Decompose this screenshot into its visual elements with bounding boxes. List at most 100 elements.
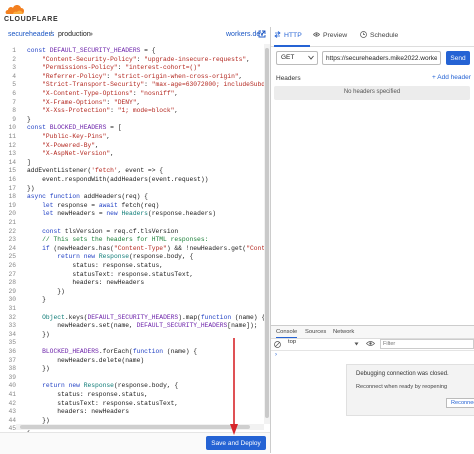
code-line[interactable]: "Permissions-Policy": "interest-cohort=(…	[27, 64, 201, 73]
add-header-button[interactable]: + Add header	[432, 74, 471, 81]
code-line[interactable]: "X-Content-Type-Options": "nosniff",	[27, 90, 178, 99]
line-number: 10	[8, 124, 16, 132]
code-line[interactable]: })	[27, 288, 65, 297]
line-number: 38	[8, 365, 16, 373]
tab-preview[interactable]: Preview	[313, 27, 353, 45]
code-line[interactable]: headers: newHeaders	[27, 408, 129, 417]
code-line[interactable]: "Content-Security-Policy": "upgrade-inse…	[27, 56, 250, 65]
console-filter-input[interactable]	[380, 339, 474, 349]
line-number: 29	[8, 287, 16, 295]
tab-sources[interactable]: Sources	[305, 327, 326, 337]
send-button[interactable]: Send	[446, 51, 470, 65]
code-line[interactable]: return new Response(response.body, {	[27, 382, 178, 391]
disconnected-message: Reconnect when ready by reopening	[356, 384, 448, 390]
line-number: 32	[8, 313, 16, 321]
code-line[interactable]: newHeaders.set(name, DEFAULT_SECURITY_HE…	[27, 322, 257, 331]
line-number: 36	[8, 348, 16, 355]
code-line[interactable]: }	[27, 296, 46, 305]
code-line[interactable]: "Public-Key-Pins",	[27, 133, 110, 142]
code-line[interactable]: "X-Xss-Protection": "1; mode=block",	[27, 107, 178, 116]
line-number: 42	[8, 399, 16, 407]
code-line[interactable]: let newHeaders = new Headers(response.he…	[27, 210, 216, 219]
cloudflare-logo[interactable]	[4, 2, 26, 16]
tab-preview-label: Preview	[323, 32, 348, 39]
editor-hscroll-thumb[interactable]	[20, 425, 250, 429]
line-number: 22	[8, 227, 16, 235]
brand-name: CLOUDFLARE	[4, 16, 59, 23]
line-number: 39	[8, 373, 16, 381]
line-number: 45	[8, 425, 16, 432]
line-number: 20	[8, 210, 16, 218]
code-line[interactable]: const DEFAULT_SECURITY_HEADERS = {	[27, 47, 156, 56]
clock-icon	[360, 28, 367, 38]
code-line[interactable]: statusText: response.statusText,	[27, 400, 178, 409]
code-line[interactable]: // This sets the headers for HTML respon…	[27, 236, 208, 245]
code-line[interactable]: return new Response(response.body, {	[27, 253, 193, 262]
code-line[interactable]: "X-AspNet-Version",	[27, 150, 114, 159]
code-line[interactable]: event.respondWith(addHeaders(event.reque…	[27, 176, 208, 185]
tab-console[interactable]: Console	[276, 327, 298, 338]
context-select[interactable]: top	[288, 339, 296, 345]
line-number: 9	[12, 115, 16, 123]
code-line[interactable]: const tlsVersion = req.cf.tlsVersion	[27, 228, 178, 237]
headers-label: Headers	[276, 75, 301, 82]
line-number: 6	[12, 90, 16, 97]
reconnect-button[interactable]: Reconnect	[446, 398, 474, 408]
line-number: 3	[12, 64, 16, 72]
console-prompt[interactable]: ›	[275, 352, 277, 358]
code-line[interactable]: status: response.status,	[27, 391, 148, 400]
line-number: 35	[8, 339, 16, 347]
code-line[interactable]: })	[27, 365, 50, 374]
code-line[interactable]: Object.keys(DEFAULT_SECURITY_HEADERS).ma…	[27, 314, 265, 323]
external-link-icon[interactable]	[258, 30, 266, 38]
code-line[interactable]: async function addHeaders(req) {	[27, 193, 148, 202]
line-number: 33	[8, 322, 16, 330]
tab-schedule[interactable]: Schedule	[360, 27, 410, 45]
code-line[interactable]: let response = await fetch(req)	[27, 202, 159, 211]
line-number: 27	[8, 270, 16, 278]
chevron-down-icon	[354, 342, 359, 346]
code-line[interactable]: "X-Frame-Options": "DENY",	[27, 99, 140, 108]
code-line[interactable]: }	[27, 116, 31, 125]
breadcrumb: secureheaders / production ● workers.dev	[0, 27, 270, 45]
tab-http[interactable]: HTTP	[274, 27, 310, 47]
line-number: 37	[8, 356, 16, 364]
tab-network[interactable]: Network	[333, 327, 354, 337]
line-number: 19	[8, 201, 16, 209]
code-line[interactable]: "X-Powered-By",	[27, 142, 99, 151]
eye-icon	[313, 28, 320, 37]
line-number: 7	[12, 98, 16, 106]
code-line[interactable]: BLOCKED_HEADERS.forEach(function (name) …	[27, 348, 197, 357]
line-number: 26	[8, 262, 16, 269]
tab-schedule-label: Schedule	[370, 32, 399, 39]
code-line[interactable]: headers: newHeaders	[27, 279, 144, 288]
code-line[interactable]: })	[27, 185, 35, 194]
line-number: 13	[8, 150, 16, 158]
save-and-deploy-button[interactable]: Save and Deploy	[206, 436, 266, 450]
code-line[interactable]: addEventListener('fetch', event => {	[27, 167, 163, 176]
code-line[interactable]: ]	[27, 159, 31, 168]
line-number: 8	[12, 107, 16, 115]
code-line[interactable]: "Referrer-Policy": "strict-origin-when-c…	[27, 73, 242, 82]
line-number: 41	[8, 391, 16, 398]
clear-console-icon[interactable]	[274, 341, 281, 348]
line-number: 25	[8, 253, 16, 261]
code-line[interactable]: if (newHeaders.has("Content-Type") && !n…	[27, 245, 270, 254]
editor-scroll-thumb[interactable]	[265, 48, 269, 418]
red-arrow-annotation	[230, 338, 238, 435]
code-line[interactable]: "Strict-Transport-Security": "max-age=63…	[27, 81, 270, 90]
line-number: 18	[8, 193, 16, 201]
line-number: 2	[12, 55, 16, 63]
line-number: 11	[8, 133, 16, 140]
line-number: 40	[8, 382, 16, 390]
line-number: 24	[8, 244, 16, 252]
line-number: 31	[8, 305, 16, 312]
url-input[interactable]	[322, 51, 441, 65]
code-line[interactable]: })	[27, 331, 50, 340]
live-expression-eye-icon[interactable]	[366, 340, 375, 347]
breadcrumb-worker-link[interactable]: secureheaders	[8, 31, 54, 38]
code-line[interactable]: const BLOCKED_HEADERS = [	[27, 124, 122, 133]
code-line[interactable]: status: response.status,	[27, 262, 163, 271]
code-line[interactable]: newHeaders.delete(name)	[27, 357, 144, 366]
code-line[interactable]: statusText: response.statusText,	[27, 271, 193, 280]
